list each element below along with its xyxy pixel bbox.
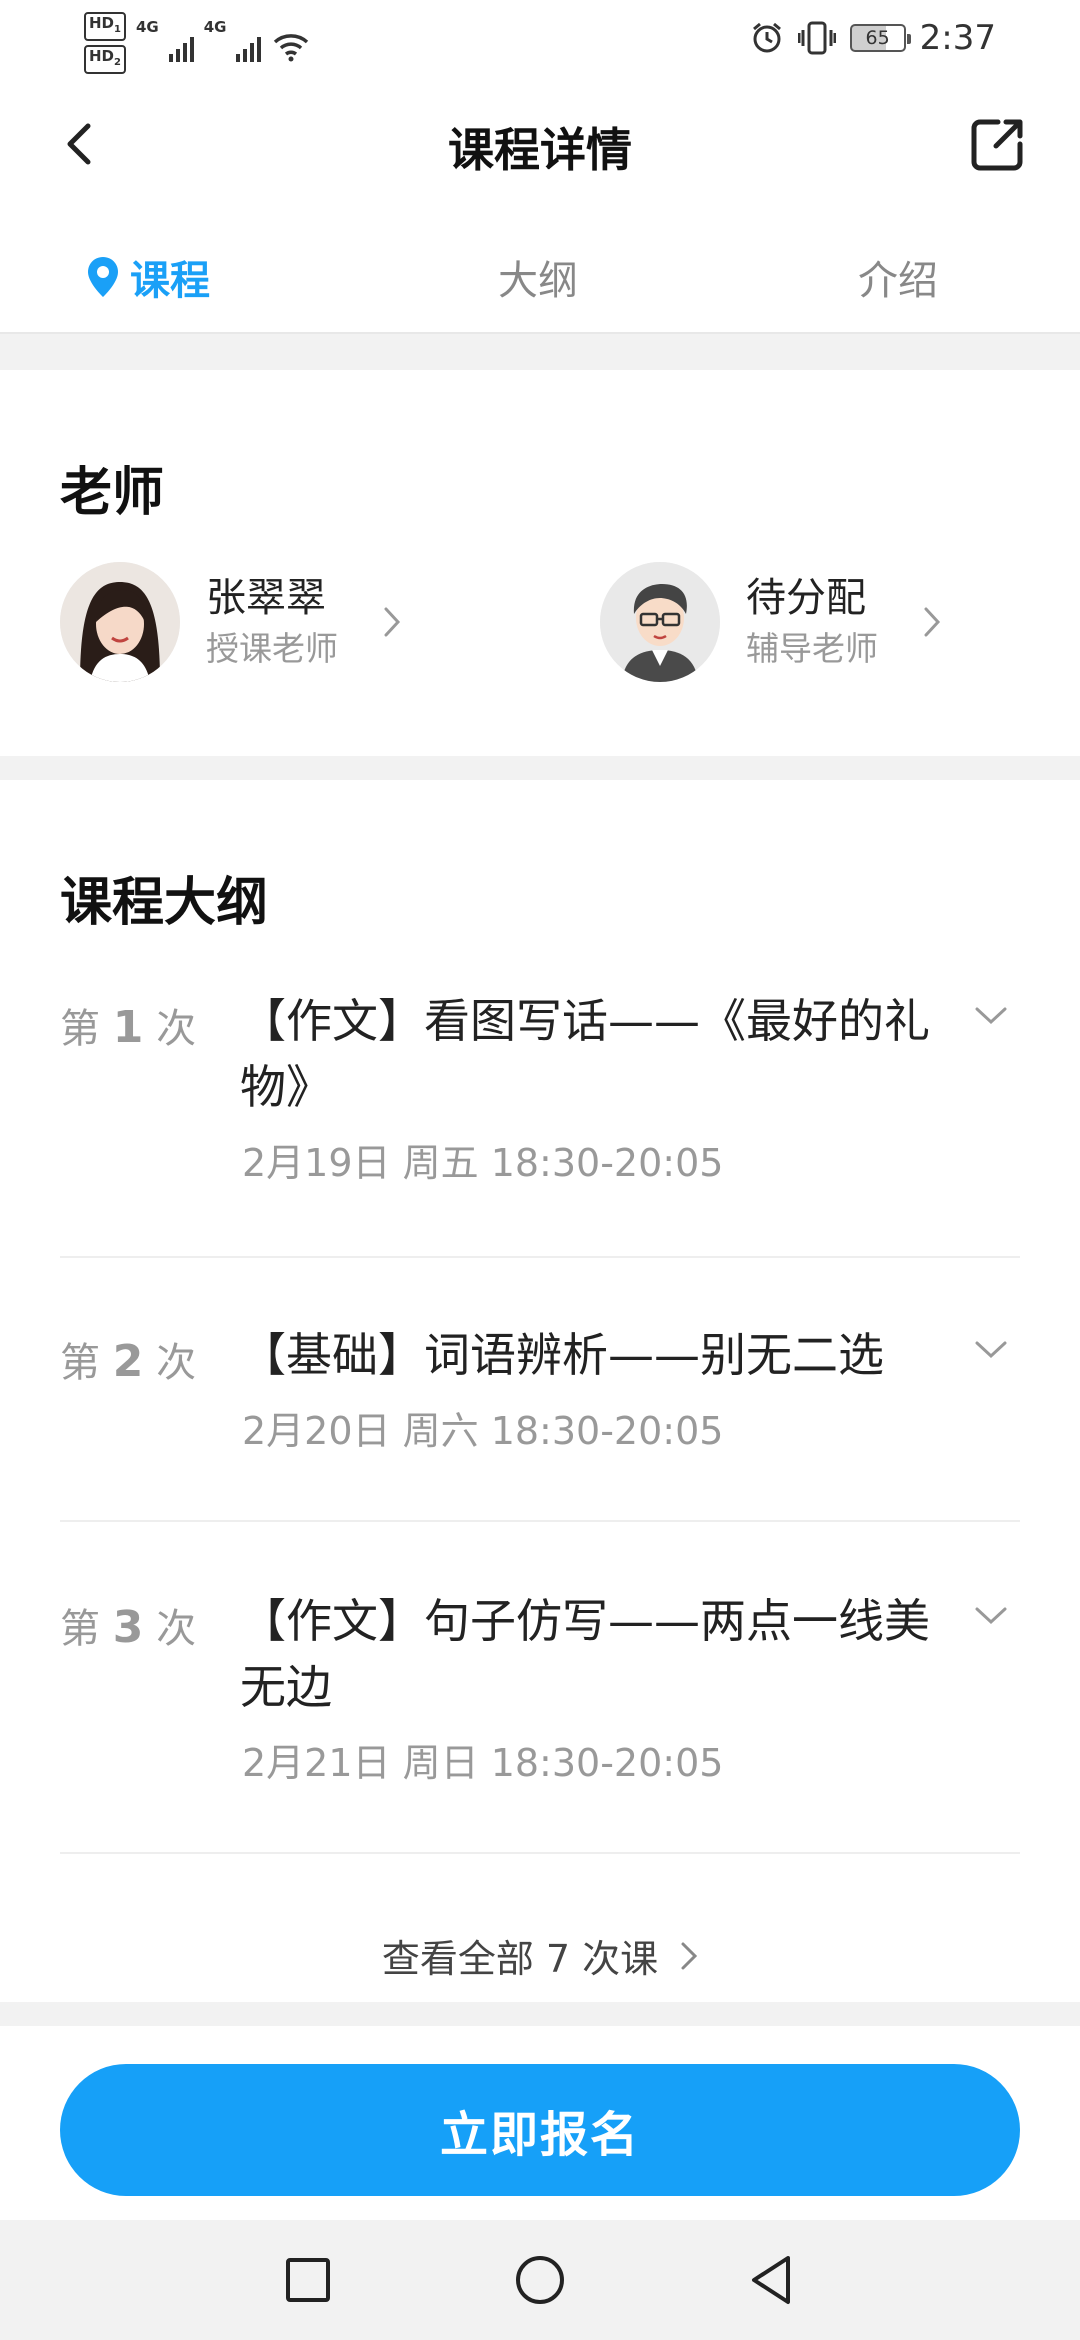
tab-outline[interactable]: 大纲: [498, 248, 578, 306]
section-title: 课程大纲: [60, 873, 269, 933]
status-left: HD1 HD2 4G 4G: [84, 12, 311, 74]
network-type-1: 4G: [135, 18, 159, 36]
view-all-lessons-link[interactable]: 查看全部 7 次课: [0, 1928, 1080, 1983]
network-type-2: 4G: [203, 18, 227, 36]
avatar: [60, 562, 180, 682]
section-title: 老师: [60, 463, 165, 523]
back-triangle-icon[interactable]: [742, 2250, 802, 2310]
teacher-card[interactable]: 待分配 辅导老师: [600, 562, 942, 682]
lesson-item[interactable]: 第 2 次 【基础】词语辨析——别无二选 2月20日 周六 18:30-20:0…: [60, 1322, 1020, 1462]
hd-icon-2: HD2: [84, 45, 126, 74]
divider: [60, 1520, 1020, 1522]
tab-intro[interactable]: 介绍: [858, 248, 938, 306]
vibrate-icon: [797, 21, 836, 55]
lesson-number: 第 1 次: [60, 1002, 197, 1053]
tab-label: 课程: [130, 258, 210, 304]
bottom-action-bar: 立即报名: [0, 2026, 1080, 2220]
lesson-item[interactable]: 第 1 次 【作文】看图写话——《最好的礼物》 2月19日 周五 18:30-2…: [60, 988, 1020, 1188]
status-right: 65 2:37: [750, 18, 996, 58]
avatar: [600, 562, 720, 682]
battery-level: 65: [865, 27, 890, 49]
lesson-number: 第 3 次: [60, 1602, 197, 1653]
view-all-label: 查看全部 7 次课: [381, 1937, 659, 1981]
status-bar: HD1 HD2 4G 4G 65 2:37: [0, 0, 1080, 80]
tab-bar: 课程 大纲 介绍: [0, 220, 1080, 334]
chevron-right-icon: [924, 607, 941, 637]
teacher-name: 张翠翠: [206, 575, 326, 621]
lesson-time: 2月21日 周日 18:30-20:05: [242, 1741, 724, 1785]
hd-indicators: HD1 HD2: [84, 12, 126, 74]
chevron-right-icon: [681, 1942, 698, 1969]
enroll-button[interactable]: 立即报名: [60, 2064, 1020, 2196]
clock: 2:37: [919, 18, 996, 58]
page-title: 课程详情: [448, 123, 632, 177]
lesson-item[interactable]: 第 3 次 【作文】句子仿写——两点一线美无边 2月21日 周日 18:30-2…: [60, 1588, 1020, 1788]
chevron-down-icon[interactable]: [974, 1606, 1008, 1626]
chevron-down-icon[interactable]: [974, 1006, 1008, 1026]
teacher-role: 授课老师: [206, 629, 338, 668]
lesson-title: 【作文】看图写话——《最好的礼物》: [240, 994, 930, 1114]
divider: [60, 1256, 1020, 1258]
teachers-section: 老师 张翠翠 授课老师 待分配 辅导老师: [0, 370, 1080, 756]
lesson-number: 第 2 次: [60, 1336, 197, 1387]
teacher-photo: [60, 562, 180, 682]
wifi-icon: [274, 34, 309, 62]
alarm-icon: [752, 22, 781, 53]
recent-apps-icon[interactable]: [278, 2250, 338, 2310]
lesson-time: 2月20日 周六 18:30-20:05: [242, 1409, 724, 1453]
teacher-role: 辅导老师: [746, 629, 878, 668]
teacher-card[interactable]: 张翠翠 授课老师: [60, 562, 402, 682]
divider: [60, 1852, 1020, 1854]
chevron-right-icon: [384, 607, 401, 637]
tab-label: 介绍: [858, 258, 938, 304]
hd-icon-1: HD1: [84, 12, 126, 41]
lesson-title: 【基础】词语辨析——别无二选: [240, 1328, 884, 1382]
tab-label: 大纲: [498, 258, 578, 304]
teacher-info: 待分配 辅导老师: [746, 571, 916, 673]
lesson-time: 2月19日 周五 18:30-20:05: [242, 1141, 724, 1185]
signal-icon: [236, 34, 262, 62]
placeholder-avatar: [600, 562, 720, 682]
outline-section: 课程大纲 第 1 次 【作文】看图写话——《最好的礼物》 2月19日 周五 18…: [0, 780, 1080, 2002]
battery-icon: 65: [849, 24, 911, 52]
teacher-name: 待分配: [746, 575, 866, 621]
chevron-down-icon[interactable]: [974, 1340, 1008, 1360]
tab-course[interactable]: 课程: [86, 248, 210, 306]
lesson-title: 【作文】句子仿写——两点一线美无边: [240, 1594, 930, 1714]
share-icon[interactable]: [968, 116, 1026, 174]
system-nav-bar: [0, 2220, 1080, 2340]
location-pin-icon: [88, 257, 118, 297]
app-header: 课程详情: [0, 80, 1080, 220]
teacher-info: 张翠翠 授课老师: [206, 571, 376, 673]
signal-icon: [168, 34, 194, 62]
home-icon[interactable]: [510, 2250, 570, 2310]
